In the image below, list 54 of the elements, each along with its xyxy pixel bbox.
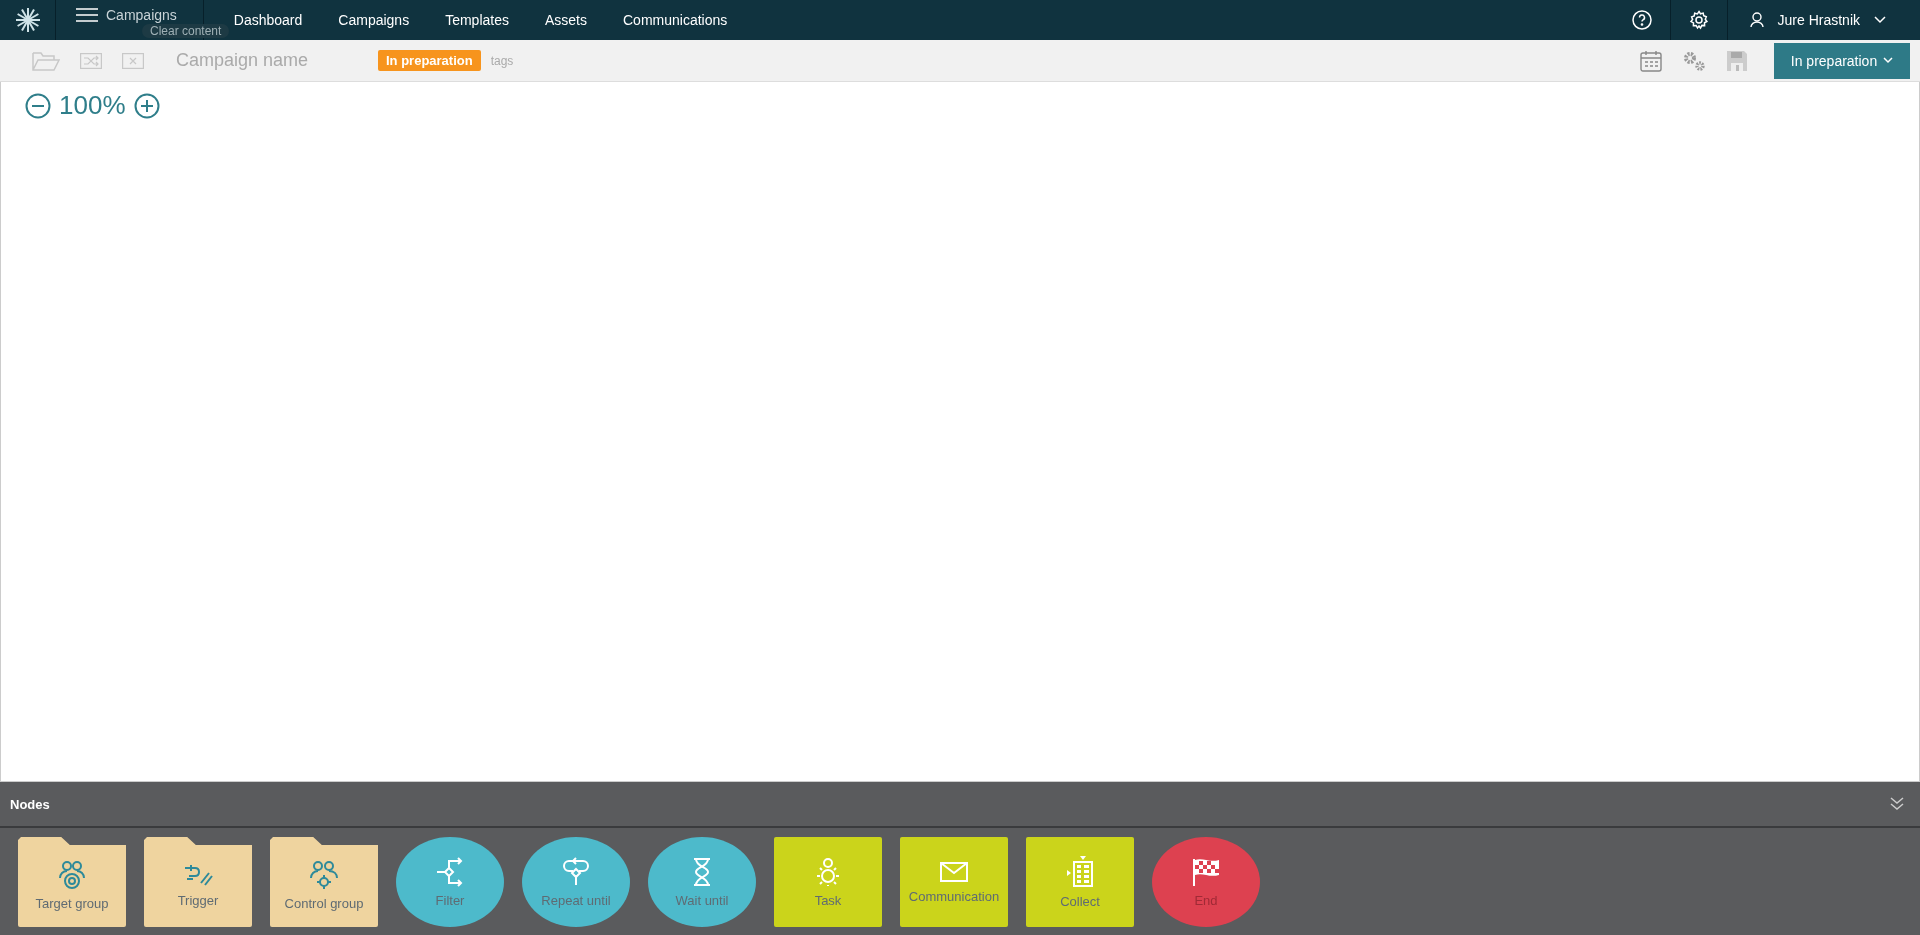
logo-icon [13,6,42,34]
node-tile[interactable]: Control group [270,837,378,927]
nav-link[interactable]: Assets [526,0,605,40]
node-tile[interactable]: Repeat until [522,837,630,927]
hourglass-icon [691,856,713,887]
checkered-flag-icon [1191,856,1221,887]
node-tile[interactable]: Filter [396,837,504,927]
save-button[interactable] [1726,49,1748,72]
node-tile[interactable]: Task [774,837,882,927]
calendar-icon [1640,49,1662,72]
campaign-name-field[interactable]: Campaign name [174,49,378,72]
open-button[interactable] [32,49,60,72]
shuffle-button[interactable] [80,52,102,69]
zoom-in-icon [133,92,160,119]
close-icon [122,52,144,69]
shuffle-icon [80,52,102,69]
zoom-out-button[interactable] [25,92,51,119]
node-tile[interactable]: Wait until [648,837,756,927]
chevron-down-icon [1883,57,1894,64]
menu-icon [76,8,98,22]
panel-title: Nodes [10,796,50,812]
chevron-down-icon [1874,16,1886,24]
tooltip: Clear content [142,24,230,38]
settings-icon [1688,10,1709,30]
clear-button[interactable] [122,52,144,69]
table-icon [1065,855,1095,888]
nav-link[interactable]: Templates [427,0,527,40]
status-dropdown[interactable]: In preparation [1774,42,1910,79]
node-tile[interactable]: Communication [900,837,1008,927]
calendar-button[interactable] [1640,49,1662,72]
settings-button[interactable] [1688,10,1709,30]
nav-link[interactable]: Campaigns [320,0,428,40]
envelope-icon [939,860,969,883]
user-menu[interactable]: Jure Hrastnik [1727,0,1920,40]
split-icon [435,856,465,887]
help-icon [1631,10,1652,30]
folder-icon [32,49,60,72]
status-badge: In preparation [378,50,481,71]
node-tile[interactable]: Collect [1026,837,1134,927]
zoom-level: 100% [59,90,126,121]
menu-button[interactable]: Campaigns [76,7,177,23]
people-target-icon [58,860,86,890]
people-gear-icon [309,860,339,890]
nav-link[interactable]: Communications [605,0,746,40]
loop-icon [561,856,591,887]
user-icon [1749,12,1764,28]
zoom-in-button[interactable] [133,92,160,119]
node-tile[interactable]: Target group [18,837,126,927]
node-tile[interactable]: Trigger [144,837,252,927]
double-chevron-down-icon [1890,797,1904,811]
collapse-button[interactable] [1890,797,1904,811]
zoom-out-icon [25,92,51,119]
tags-field[interactable]: tags [488,52,573,69]
help-button[interactable] [1631,10,1652,30]
